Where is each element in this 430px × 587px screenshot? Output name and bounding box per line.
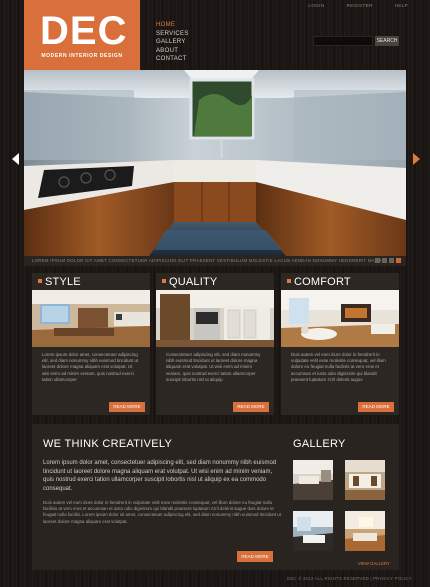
logo-text: DEC [40,9,128,53]
gallery-thumb[interactable] [293,460,333,500]
feature-title: COMFORT [294,276,351,288]
nav-item-services[interactable]: SERVICES [156,30,189,39]
gallery-thumb[interactable] [345,460,385,500]
nav-item-contact[interactable]: CONTACT [156,55,189,64]
hero-slider[interactable] [24,70,406,256]
nav-item-gallery[interactable]: GALLERY [156,38,189,47]
feature-header: STYLE [32,273,150,290]
slider-dot[interactable] [382,258,387,263]
top-nav: LOGIN REGISTER HELP [308,3,408,8]
feature-text: Consectetuer adipiscing elit, sed diam n… [166,352,261,382]
slider-dot-active[interactable] [396,258,401,263]
main-nav: HOME SERVICES GALLERY ABOUT CONTACT [156,21,189,64]
search-input[interactable] [313,36,373,46]
login-link[interactable]: LOGIN [308,3,324,8]
footer-text: DEC © 2012 ALL RIGHTS RESERVED | PRIVACY… [287,576,412,581]
feature-header: COMFORT [281,273,399,290]
search-bar: SEARCH [313,36,399,46]
feature-title: QUALITY [169,276,218,288]
kitchen-photo [24,70,406,256]
gallery-thumb[interactable] [293,511,333,551]
nav-item-home[interactable]: HOME [156,21,189,30]
bullet-icon [38,279,42,283]
page: DEC MODERN INTERIOR DESIGN HOME SERVICES… [0,0,430,587]
slider-next-icon[interactable] [412,153,420,165]
feature-style: STYLE Lorem ipsum dolor amet, consectetu… [32,273,150,415]
feature-image [156,290,274,347]
gallery-thumb[interactable] [345,511,385,551]
slider-prev-icon[interactable] [12,153,20,165]
feature-comfort: COMFORT Duis autem vel eum iriure dolor … [281,273,399,415]
nav-item-about[interactable]: ABOUT [156,47,189,56]
feature-image [32,290,150,347]
bullet-icon [287,279,291,283]
gallery-title: GALLERY [293,438,346,450]
slider-pagination [375,258,401,263]
view-gallery-link[interactable]: VIEW GALLERY [358,561,390,566]
help-link[interactable]: HELP [395,3,408,8]
read-more-button[interactable]: READ MORE [358,402,394,412]
read-more-button[interactable]: READ MORE [233,402,269,412]
logo-tagline: MODERN INTERIOR DESIGN [41,53,123,59]
search-button[interactable]: SEARCH [375,36,399,46]
slider-caption: LOREM IPSUM DOLOR SIT AMET CONSECTETUER … [32,258,387,263]
creative-panel: WE THINK CREATIVELY Lorem ipsum dolor am… [32,424,399,570]
feature-title: STYLE [45,276,81,288]
creative-title: WE THINK CREATIVELY [43,438,173,450]
read-more-button[interactable]: READ MORE [237,551,273,562]
slider-dot[interactable] [389,258,394,263]
feature-image [281,290,399,347]
bullet-icon [162,279,166,283]
feature-header: QUALITY [156,273,274,290]
register-link[interactable]: REGISTER [346,3,372,8]
creative-body-text: Duis autem vel eum iriure dolor in hendr… [43,500,281,524]
feature-text: Duis autem vel eum iriure dolor in hendr… [291,352,386,382]
feature-quality: QUALITY Consectetuer adipiscing elit, se… [156,273,274,415]
brand-logo[interactable]: DEC MODERN INTERIOR DESIGN [24,0,140,70]
slider-dot[interactable] [375,258,380,263]
creative-lead-text: Lorem ipsum dolor amet, consectetuer adi… [43,460,277,492]
read-more-button[interactable]: READ MORE [109,402,145,412]
slider-caption-bar: LOREM IPSUM DOLOR SIT AMET CONSECTETUER … [24,256,406,266]
feature-text: Lorem ipsum dolor amet, consectetuer adi… [42,352,139,382]
